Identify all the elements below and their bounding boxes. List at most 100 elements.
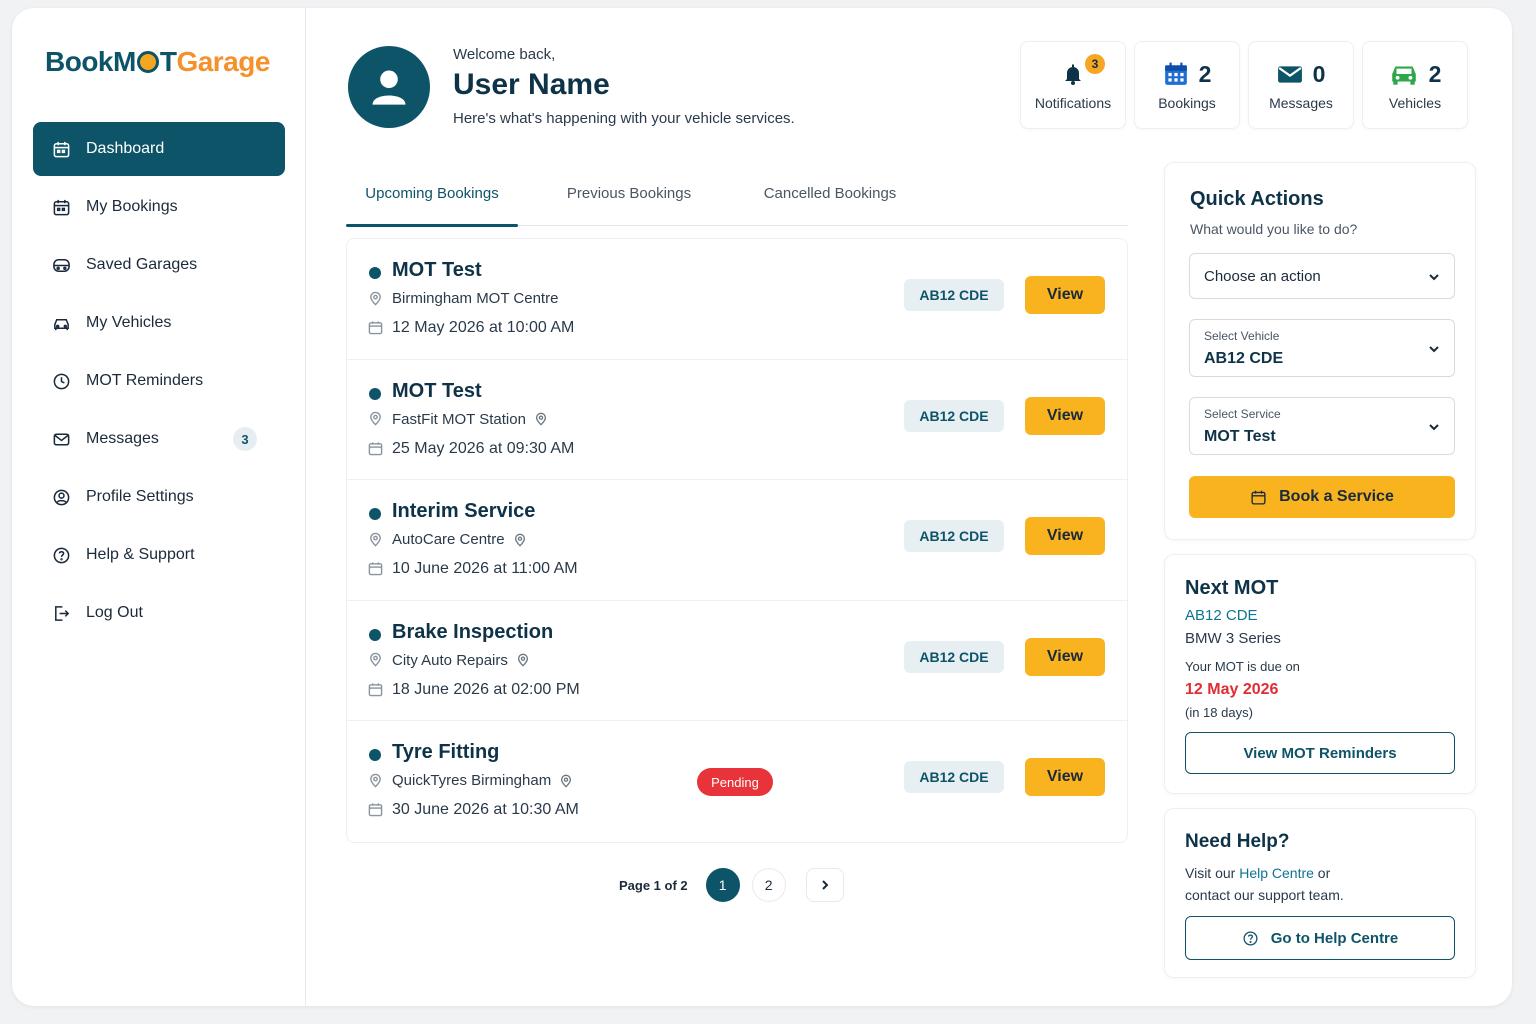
quick-actions-card: Quick Actions What would you like to do?… xyxy=(1164,162,1476,540)
vehicle-plate-badge: AB12 CDE xyxy=(904,761,1004,793)
booking-location: QuickTyres Birmingham xyxy=(368,772,573,789)
tab-previous-bookings[interactable]: Previous Bookings xyxy=(518,160,740,226)
help-line-1: Visit our Help Centre or xyxy=(1185,865,1330,881)
stat-value: 2 xyxy=(1198,60,1212,87)
go-to-help-centre-label: Go to Help Centre xyxy=(1270,929,1399,947)
next-mot-due-date: 12 May 2026 xyxy=(1185,681,1279,698)
status-dot xyxy=(369,749,381,761)
sidebar-item-dashboard[interactable]: Dashboard xyxy=(33,122,285,176)
next-page-button[interactable] xyxy=(805,868,844,902)
chevron-down-icon xyxy=(1428,270,1440,282)
sidebar-item-my-bookings[interactable]: My Bookings xyxy=(33,180,285,234)
booking-datetime-text: 18 June 2026 at 02:00 PM xyxy=(392,680,580,698)
sidebar-item-log-out[interactable]: Log Out xyxy=(33,586,285,640)
view-booking-button[interactable]: View xyxy=(1025,637,1105,676)
view-booking-button[interactable]: View xyxy=(1025,517,1105,555)
booking-datetime: 30 June 2026 at 10:30 AM xyxy=(368,801,579,819)
sidebar-item-profile-settings[interactable]: Profile Settings xyxy=(33,470,285,524)
stat-messages[interactable]: 0 Messages xyxy=(1248,41,1354,129)
map-pin-icon[interactable] xyxy=(513,533,527,547)
stat-notifications[interactable]: 3 Notifications xyxy=(1020,41,1126,129)
mail-icon xyxy=(51,429,71,449)
map-pin-icon[interactable] xyxy=(559,774,573,788)
action-select[interactable]: Choose an action xyxy=(1189,253,1455,299)
brand-logo[interactable]: BookM TGarage xyxy=(45,46,270,78)
mail-icon xyxy=(1277,66,1302,83)
help-centre-link[interactable]: Help Centre xyxy=(1239,865,1314,881)
next-mot-days-left: (in 18 days) xyxy=(1185,705,1253,720)
go-to-help-centre-button[interactable]: Go to Help Centre xyxy=(1185,916,1455,960)
logout-icon xyxy=(51,603,71,623)
booking-title: Tyre Fitting xyxy=(392,741,500,763)
sidebar-item-label: My Vehicles xyxy=(86,314,172,331)
booking-location-text: Birmingham MOT Centre xyxy=(392,290,559,307)
booking-row: MOT Test FastFit MOT Station 25 May 2026 a… xyxy=(347,360,1127,480)
sidebar-item-label: Messages xyxy=(86,430,159,447)
calendar-icon xyxy=(51,197,71,217)
calendar-icon xyxy=(368,441,384,457)
help-card: Need Help? Visit our Help Centre or cont… xyxy=(1164,808,1476,978)
booking-datetime: 25 May 2026 at 09:30 AM xyxy=(368,440,574,458)
sidebar-item-my-vehicles[interactable]: My Vehicles xyxy=(33,296,285,350)
sidebar-item-label: Help & Support xyxy=(86,546,195,563)
booking-location-text: QuickTyres Birmingham xyxy=(392,772,552,789)
page-2-button[interactable]: 2 xyxy=(751,868,786,902)
header-subtitle: Here's what's happening with your vehicl… xyxy=(453,110,795,127)
map-pin-icon[interactable] xyxy=(534,412,548,426)
sidebar-item-messages[interactable]: Messages 3 xyxy=(33,412,285,466)
map-pin-icon[interactable] xyxy=(516,653,530,667)
brand-logo-text-2: T xyxy=(159,46,177,77)
status-dot xyxy=(369,387,381,400)
booking-datetime-text: 25 May 2026 at 09:30 AM xyxy=(392,439,575,457)
service-select[interactable]: Select Service MOT Test xyxy=(1189,397,1455,455)
view-booking-button[interactable]: View xyxy=(1025,396,1105,435)
vehicle-select-label: Select Vehicle xyxy=(1204,329,1280,343)
help-title: Need Help? xyxy=(1185,831,1290,852)
tab-upcoming-bookings[interactable]: Upcoming Bookings xyxy=(346,160,518,227)
book-service-button[interactable]: Book a Service xyxy=(1189,476,1455,518)
booking-datetime: 10 June 2026 at 11:00 AM xyxy=(368,560,578,578)
vehicle-select[interactable]: Select Vehicle AB12 CDE xyxy=(1189,319,1455,377)
service-select-value: MOT Test xyxy=(1204,428,1276,445)
sidebar-item-label: Dashboard xyxy=(86,140,165,157)
sidebar-item-mot-reminders[interactable]: MOT Reminders xyxy=(33,354,285,408)
view-mot-reminders-button[interactable]: View MOT Reminders xyxy=(1185,732,1455,774)
stat-bookings[interactable]: 2 Bookings xyxy=(1134,41,1240,129)
sidebar-item-label: My Bookings xyxy=(86,198,178,215)
help-line-1-post: or xyxy=(1313,865,1331,881)
calendar-icon xyxy=(368,561,384,577)
brand-logo-text-1: BookM xyxy=(45,46,136,77)
page-1-button[interactable]: 1 xyxy=(705,868,740,902)
calendar-icon xyxy=(1251,490,1266,505)
view-booking-button[interactable]: View xyxy=(1025,276,1105,314)
sidebar-item-help-support[interactable]: Help & Support xyxy=(33,528,285,582)
booking-location-text: FastFit MOT Station xyxy=(392,410,526,428)
quick-actions-title: Quick Actions xyxy=(1190,188,1324,210)
stat-vehicles[interactable]: 2 Vehicles xyxy=(1362,41,1468,129)
location-pin-icon xyxy=(368,532,384,548)
sidebar-item-saved-garages[interactable]: Saved Garages xyxy=(33,238,285,292)
garage-icon xyxy=(51,255,71,275)
calendar-icon xyxy=(1164,62,1187,85)
view-booking-button[interactable]: View xyxy=(1025,758,1105,796)
avatar[interactable] xyxy=(348,46,430,128)
car-icon xyxy=(1391,66,1416,85)
chevron-right-icon xyxy=(821,880,829,890)
booking-datetime: 12 May 2026 at 10:00 AM xyxy=(368,319,574,337)
booking-datetime: 18 June 2026 at 02:00 PM xyxy=(368,681,580,699)
status-dot xyxy=(369,628,381,641)
booking-title: Interim Service xyxy=(392,500,536,522)
booking-datetime-text: 10 June 2026 at 11:00 AM xyxy=(392,560,578,577)
pagination: Page 1 of 2 1 2 xyxy=(619,868,856,902)
user-name: User Name xyxy=(453,68,610,101)
booking-location: AutoCare Centre xyxy=(368,531,527,548)
location-pin-icon xyxy=(368,773,384,789)
booking-row: Tyre Fitting QuickTyres Birmingham 30 June… xyxy=(347,721,1127,842)
calendar-icon xyxy=(368,320,384,336)
bell-icon xyxy=(1065,64,1081,85)
book-service-label: Book a Service xyxy=(1279,488,1394,505)
sidebar-nav: Dashboard My Bookings Saved Garages My V… xyxy=(33,122,285,644)
stats-bar: 3 Notifications 2 Bookings 0 Messages 2 … xyxy=(1020,41,1468,129)
calendar-icon xyxy=(368,802,384,818)
tab-cancelled-bookings[interactable]: Cancelled Bookings xyxy=(740,160,920,226)
